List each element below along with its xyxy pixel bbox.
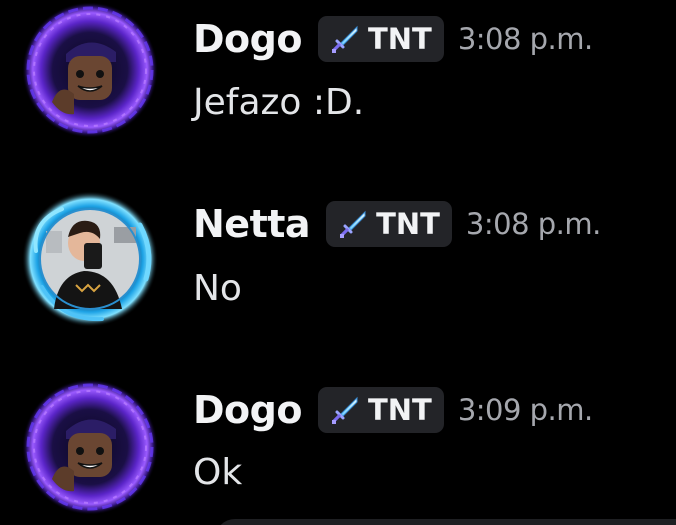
username[interactable]: Netta <box>193 202 311 246</box>
username[interactable]: Dogo <box>193 17 302 61</box>
role-tag-label: TNT <box>376 207 440 241</box>
message-header: Netta TNT 3:08 p.m. <box>193 200 601 248</box>
diamond-sword-icon <box>338 210 367 240</box>
role-tag-label: TNT <box>367 22 432 56</box>
role-tag[interactable]: TNT <box>326 201 452 247</box>
message-text: Jefazo :D. <box>193 82 365 123</box>
lego-minifig-portal-avatar-icon <box>22 2 158 138</box>
chat-message-list: Dogo TNT 3:08 p.m. Jefazo :D. Netta TNT … <box>0 0 676 525</box>
photo-avatar-blue-swirl-icon <box>22 191 158 327</box>
message-text: No <box>193 268 242 309</box>
chat-message[interactable]: Netta TNT 3:08 p.m. No <box>0 188 676 338</box>
role-tag[interactable]: TNT <box>317 16 444 62</box>
diamond-sword-icon <box>330 396 359 426</box>
chat-message[interactable]: Dogo TNT 3:09 p.m. Ok <box>0 374 676 524</box>
chat-message[interactable]: Dogo TNT 3:08 p.m. Jefazo :D. <box>0 0 676 150</box>
username[interactable]: Dogo <box>193 388 302 432</box>
timestamp: 3:09 p.m. <box>457 393 593 427</box>
message-header: Dogo TNT 3:09 p.m. <box>193 386 593 434</box>
role-tag[interactable]: TNT <box>317 387 444 433</box>
message-header: Dogo TNT 3:08 p.m. <box>193 15 593 63</box>
message-input-edge[interactable] <box>215 519 676 525</box>
diamond-sword-icon <box>330 25 359 55</box>
role-tag-label: TNT <box>367 393 432 427</box>
message-text: Ok <box>193 452 243 493</box>
timestamp: 3:08 p.m. <box>465 207 601 241</box>
timestamp: 3:08 p.m. <box>457 22 593 56</box>
avatar[interactable] <box>22 379 158 515</box>
lego-minifig-portal-avatar-icon <box>22 379 158 515</box>
avatar[interactable] <box>22 2 158 138</box>
avatar[interactable] <box>22 191 158 327</box>
